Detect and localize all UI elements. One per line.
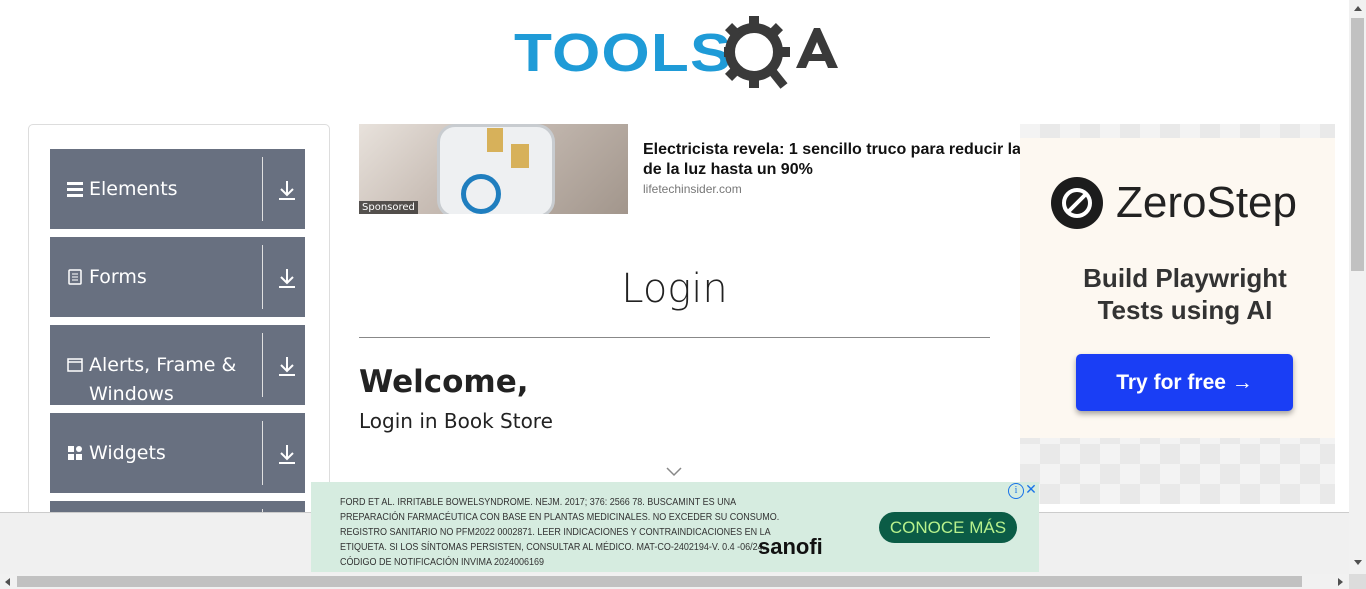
zerostep-logo-icon [1051,177,1103,229]
download-arrow-icon[interactable] [277,443,297,465]
ad-image[interactable]: Sponsored [359,124,628,214]
sidebar-group-forms[interactable]: Forms [50,237,305,317]
logo-text: TOOLS [514,23,733,83]
scrollbar-thumb[interactable] [17,576,1302,587]
ad-disclaimer: Ford et al. Irritable bowelsyndrome. Nej… [340,497,780,568]
ad-info-icon[interactable]: i [1008,483,1024,499]
welcome-heading: Welcome, [359,364,529,400]
download-arrow-icon[interactable] [277,179,297,201]
try-for-free-button[interactable]: Try for free → [1076,354,1293,411]
ad-close-icon[interactable]: ✕ [1024,482,1038,498]
page-title: Login [621,266,728,312]
sponsored-ad[interactable]: Sponsored Electricista revela: 1 sencill… [359,124,1029,214]
divider [359,337,990,338]
conoce-mas-button[interactable]: CONOCE MÁS [879,512,1017,543]
sidebar-group-label: Widgets [89,442,166,464]
sidebar-group-label: Elements [89,178,178,200]
window-icon [67,358,83,372]
login-subtitle: Login in Book Store [359,409,553,433]
toolsqa-logo[interactable]: TOOLS [514,14,838,92]
scroll-up-arrow-icon[interactable] [1354,6,1362,11]
document-icon [68,269,82,285]
plug-terminal [511,144,529,168]
sidebar-group-elements[interactable]: Elements [50,149,305,229]
hamburger-icon [67,182,83,197]
scroll-right-arrow-icon[interactable] [1338,578,1343,586]
ad-headline[interactable]: Electricista revela: 1 sencillo truco pa… [643,140,1033,180]
divider [262,157,263,221]
ad-brand: ZeroStep [1116,178,1297,227]
scroll-left-arrow-icon[interactable] [5,578,10,586]
ad-source[interactable]: lifetechinsider.com [643,182,742,196]
divider [262,245,263,309]
sidebar: Elements Forms Alerts, Frame & Windows W… [28,124,330,526]
scrollbar-thumb[interactable] [1351,18,1364,271]
sponsored-label: Sponsored [359,201,418,214]
divider [262,421,263,485]
zerostep-ad[interactable]: ZeroStep Build Playwright Tests using AI… [1020,124,1335,504]
ad-brand-logo: sanofi [758,534,823,559]
horizontal-scrollbar[interactable] [0,574,1349,589]
divider [262,333,263,397]
plug-terminal [487,128,503,152]
plug-wire [461,174,501,214]
ad-tagline: Build Playwright Tests using AI [1083,263,1287,325]
sidebar-group-label: Forms [89,266,147,288]
gear-magnifier-icon [724,16,838,89]
vertical-scrollbar[interactable] [1349,0,1366,574]
sidebar-group-widgets[interactable]: Widgets [50,413,305,493]
scrollbar-corner [1349,574,1366,589]
download-arrow-icon[interactable] [277,355,297,377]
scroll-down-arrow-icon[interactable] [1354,560,1362,565]
sidebar-group-alerts[interactable]: Alerts, Frame & Windows [50,325,305,405]
sidebar-group-label: Alerts, Frame & Windows [89,354,237,405]
chevron-down-icon[interactable] [666,467,682,477]
ad-card[interactable]: ZeroStep Build Playwright Tests using AI… [1020,138,1335,438]
bottom-anchor-ad[interactable]: Ford et al. Irritable bowelsyndrome. Nej… [311,482,1039,572]
download-arrow-icon[interactable] [277,267,297,289]
widgets-icon [68,446,82,460]
